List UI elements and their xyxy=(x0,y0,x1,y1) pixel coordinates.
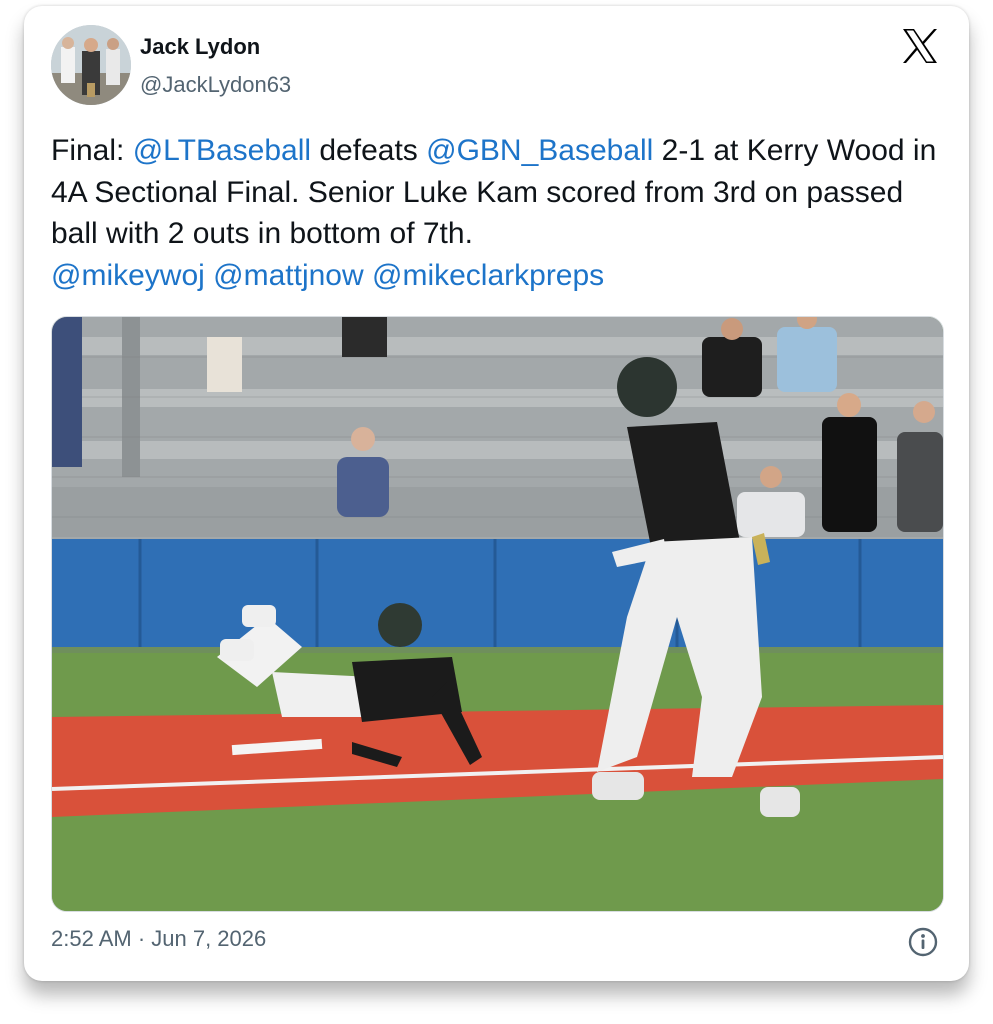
info-icon[interactable] xyxy=(908,927,938,957)
author-handle[interactable]: @JackLydon63 xyxy=(140,72,291,98)
tweet-text-fragment xyxy=(205,259,213,292)
tweet-text: Final: @LTBaseball defeats @GBN_Baseball… xyxy=(51,130,941,296)
mention-link[interactable]: @LTBaseball xyxy=(133,134,311,167)
tweet-card: Jack Lydon @JackLydon63 Final: @LTBaseba… xyxy=(24,6,969,981)
author-avatar[interactable] xyxy=(51,25,131,105)
x-logo-icon[interactable] xyxy=(901,28,939,64)
mention-link[interactable]: @mikeywoj xyxy=(51,259,205,292)
tweet-text-fragment: Final: xyxy=(51,134,133,167)
tweet-text-fragment: defeats xyxy=(311,134,427,167)
tweet-photo[interactable] xyxy=(51,316,944,912)
tweet-text-fragment xyxy=(364,259,372,292)
avatar-photo xyxy=(51,25,131,105)
tweet-timestamp[interactable]: 2:52 AM · Jun 7, 2026 xyxy=(51,926,266,952)
mention-link[interactable]: @GBN_Baseball xyxy=(426,134,653,167)
mention-link[interactable]: @mikeclarkpreps xyxy=(372,259,604,292)
mention-link[interactable]: @mattjnow xyxy=(213,259,364,292)
author-display-name[interactable]: Jack Lydon xyxy=(140,34,260,60)
